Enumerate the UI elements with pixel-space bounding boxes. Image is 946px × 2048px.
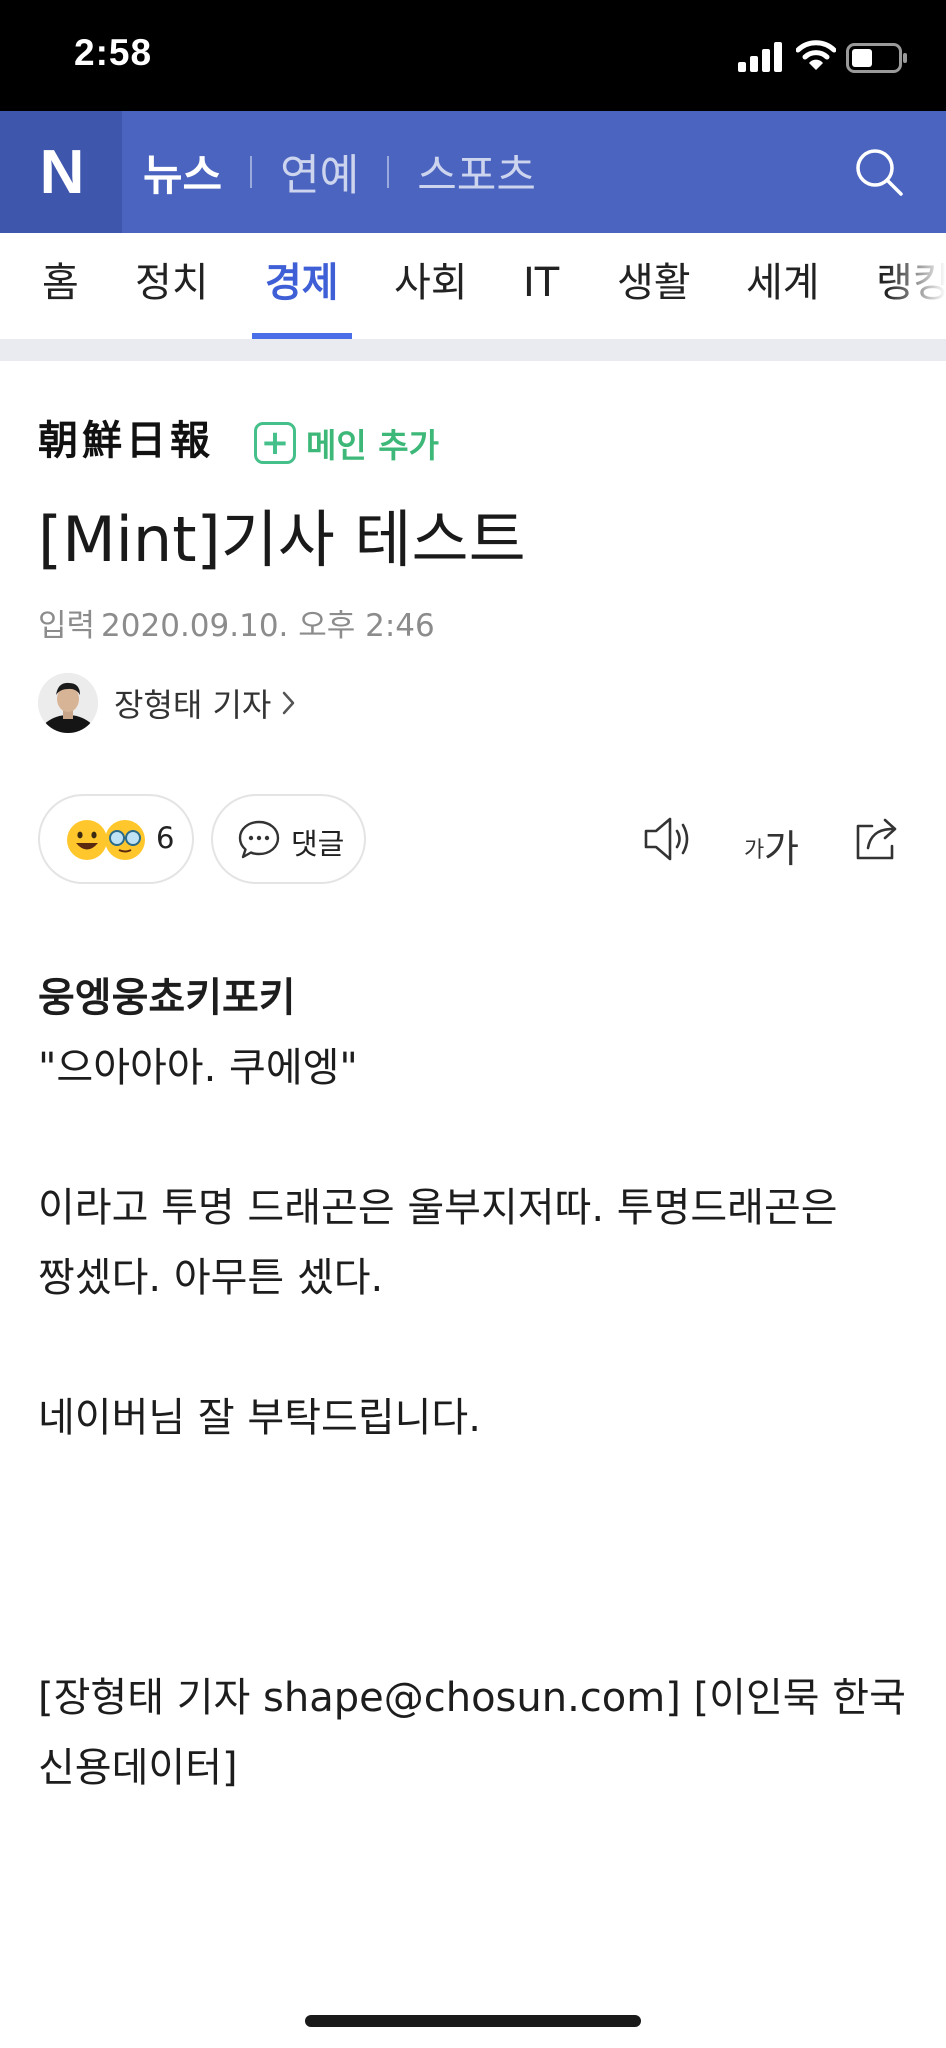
reporter-avatar [38,673,98,733]
font-size-small-label: 가 [744,838,765,863]
reporter-name: 장형태 기자 [114,686,272,724]
status-time: 2:58 [74,32,153,73]
tab-sports[interactable]: 스포츠 [417,141,536,203]
category-it[interactable]: IT [523,233,559,339]
article-date: 입력 2020.09.10. 오후 2:46 [38,600,435,645]
search-icon [856,149,903,196]
category-politics[interactable]: 정치 [135,233,209,339]
tab-separator [250,156,253,188]
category-society[interactable]: 사회 [394,233,468,339]
home-indicator[interactable] [305,2015,641,2027]
share-icon[interactable] [852,812,904,864]
article-title: [Mint]기사 테스트 [38,503,526,576]
comment-label: 댓글 [291,827,345,861]
font-size-button[interactable]: 가 가 [744,812,804,871]
date-label: 입력 [38,608,96,644]
date-value: 2020.09.10. 오후 2:46 [101,608,435,644]
font-size-big-label: 가 [764,827,799,871]
search-button[interactable] [854,147,904,197]
article-byline: [장형태 기자 shape@chosun.com] [이인묵 한국 [38,1675,906,1721]
tab-news[interactable]: 뉴스 [143,141,222,203]
article-byline: 신용데이터] [38,1745,238,1791]
naver-logo: N [39,137,85,207]
comment-button[interactable]: 댓글 [211,794,366,884]
wifi-icon [796,40,836,70]
article-paragraph: 짱셌다. 아무튼 셌다. [38,1255,384,1301]
category-life[interactable]: 생활 [617,233,691,339]
section-divider [0,339,946,361]
chevron-right-icon [283,691,295,715]
article-paragraph: 네이버님 잘 부탁드립니다. [38,1395,481,1441]
category-nav: 홈 정치 경제 사회 IT 생활 세계 랭킹 [0,233,946,339]
cellular-signal-icon [738,42,782,72]
comment-icon [238,820,280,859]
naver-logo-button[interactable]: N [0,111,122,233]
article-quote: "으아아아. 쿠에엥" [38,1045,358,1091]
glasses-emoji-icon [105,820,145,860]
add-main-button[interactable]: + 메인 추가 [254,419,439,467]
plus-icon: + [254,422,296,464]
category-home[interactable]: 홈 [42,233,79,339]
article-paragraph: 이라고 투명 드래곤은 울부지저따. 투명드래곤은 [38,1185,838,1231]
reaction-button[interactable]: 6 [38,794,194,884]
smile-emoji-icon [67,820,107,860]
reporter-link[interactable]: 장형태 기자 [38,673,297,733]
tab-entertainment[interactable]: 연예 [280,141,359,203]
press-logo[interactable]: 朝鮮日報 [38,415,214,467]
article-subtitle: 웅엥웅쵸키포키 [38,975,296,1021]
tab-separator [387,156,390,188]
battery-icon [846,43,907,73]
category-world[interactable]: 세계 [746,233,820,339]
status-bar: 2:58 [0,0,946,111]
category-economy[interactable]: 경제 [265,233,339,339]
service-tabs: 뉴스 연예 스포츠 [143,111,536,233]
add-main-label: 메인 추가 [306,426,439,465]
scroll-fade [886,233,946,339]
naver-header: N 뉴스 연예 스포츠 [0,111,946,233]
speaker-icon[interactable] [640,812,696,866]
reaction-count: 6 [156,821,175,855]
